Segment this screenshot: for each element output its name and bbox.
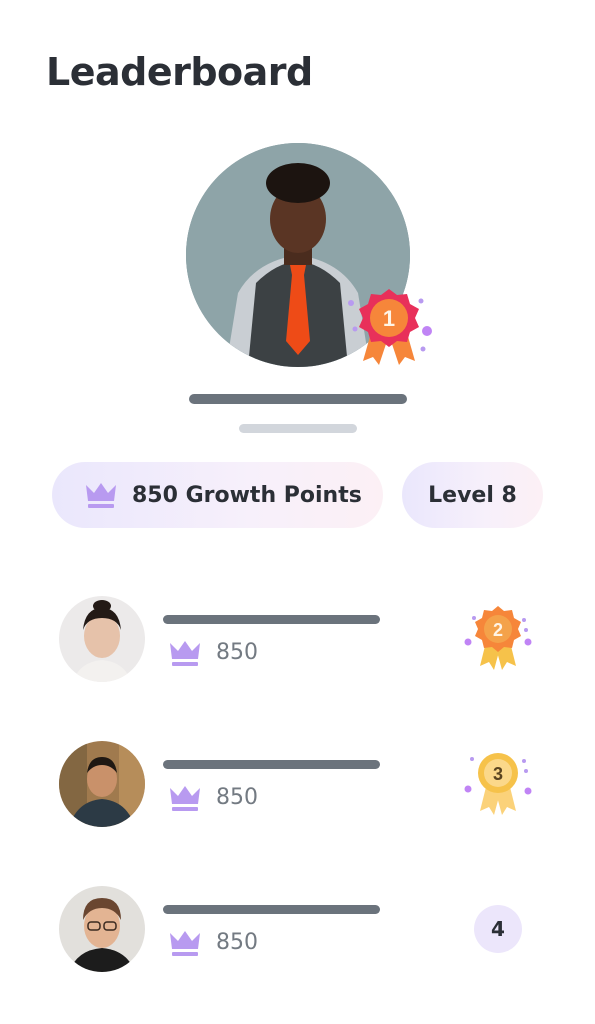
page-title: Leaderboard <box>46 50 313 94</box>
entry-score: 850 <box>216 930 258 955</box>
list-item[interactable]: 850 2 <box>0 596 595 686</box>
avatar <box>59 886 145 972</box>
second-place-ribbon-medal-icon: 2 <box>464 606 532 670</box>
entry-name-placeholder <box>163 760 380 769</box>
entry-name-placeholder <box>163 615 380 624</box>
medal-rank: 2 <box>493 620 503 640</box>
list-item[interactable]: 850 3 <box>0 741 595 831</box>
level-label: Level 8 <box>428 482 517 508</box>
leader-subtitle-placeholder <box>239 424 357 433</box>
crown-icon <box>170 786 200 811</box>
growth-points-label: 850 Growth Points <box>132 482 362 508</box>
entry-score: 850 <box>216 640 258 665</box>
crown-icon <box>170 641 200 666</box>
entry-score: 850 <box>216 785 258 810</box>
avatar <box>59 596 145 682</box>
medal-rank: 3 <box>493 764 503 784</box>
avatar <box>59 741 145 827</box>
crown-icon <box>170 931 200 956</box>
list-item[interactable]: 850 4 <box>0 886 595 976</box>
growth-points-pill[interactable]: 850 Growth Points <box>52 462 383 528</box>
svg-text:1: 1 <box>383 306 395 331</box>
first-place-ribbon-medal-icon: 1 <box>348 289 432 365</box>
entry-name-placeholder <box>163 905 380 914</box>
leader-name-placeholder <box>189 394 407 404</box>
leaderboard-screen: Leaderboard 1 850 Growth Points Level 8 … <box>0 0 595 1024</box>
level-pill[interactable]: Level 8 <box>402 462 543 528</box>
crown-icon <box>86 483 116 508</box>
third-place-ribbon-medal-icon: 3 <box>464 753 532 815</box>
rank-badge: 4 <box>474 905 522 953</box>
